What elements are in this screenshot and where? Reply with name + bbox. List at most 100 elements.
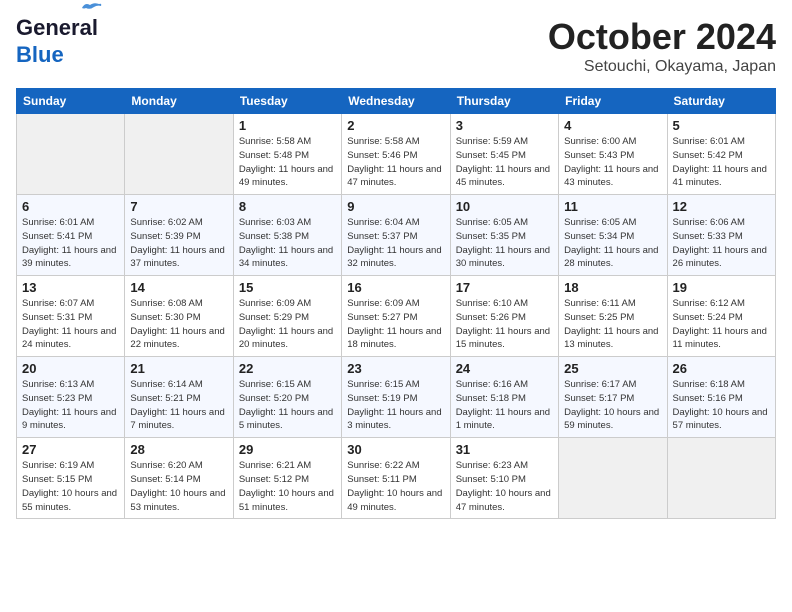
cell-info: Sunrise: 6:23 AMSunset: 5:10 PMDaylight:… — [456, 459, 553, 514]
cell-info: Sunrise: 6:03 AMSunset: 5:38 PMDaylight:… — [239, 216, 336, 271]
cell-info: Sunrise: 6:01 AMSunset: 5:41 PMDaylight:… — [22, 216, 119, 271]
calendar-cell: 12 Sunrise: 6:06 AMSunset: 5:33 PMDayligh… — [667, 195, 775, 276]
page-header: General Blue October 2024 Setouchi, Okay… — [16, 16, 776, 76]
calendar-cell: 3 Sunrise: 5:59 AMSunset: 5:45 PMDaylight… — [450, 114, 558, 195]
calendar-cell: 19 Sunrise: 6:12 AMSunset: 5:24 PMDayligh… — [667, 276, 775, 357]
cell-info: Sunrise: 6:12 AMSunset: 5:24 PMDaylight:… — [673, 297, 770, 352]
calendar-cell: 6 Sunrise: 6:01 AMSunset: 5:41 PMDaylight… — [17, 195, 125, 276]
weekday-header: Sunday — [17, 89, 125, 114]
day-number: 4 — [564, 118, 661, 133]
day-number: 2 — [347, 118, 444, 133]
cell-info: Sunrise: 6:00 AMSunset: 5:43 PMDaylight:… — [564, 135, 661, 190]
logo: General Blue — [16, 16, 98, 68]
day-number: 18 — [564, 280, 661, 295]
calendar-cell: 9 Sunrise: 6:04 AMSunset: 5:37 PMDaylight… — [342, 195, 450, 276]
day-number: 8 — [239, 199, 336, 214]
calendar-cell: 13 Sunrise: 6:07 AMSunset: 5:31 PMDayligh… — [17, 276, 125, 357]
day-number: 13 — [22, 280, 119, 295]
day-number: 17 — [456, 280, 553, 295]
calendar-cell — [667, 438, 775, 519]
calendar-cell: 29Sunrise: 6:21 AMSunset: 5:12 PMDayligh… — [233, 438, 341, 519]
cell-info: Sunrise: 6:19 AMSunset: 5:15 PMDaylight:… — [22, 459, 119, 514]
calendar-cell: 14Sunrise: 6:08 AMSunset: 5:30 PMDayligh… — [125, 276, 233, 357]
day-number: 21 — [130, 361, 227, 376]
calendar-cell: 18 Sunrise: 6:11 AMSunset: 5:25 PMDayligh… — [559, 276, 667, 357]
calendar-cell: 30Sunrise: 6:22 AMSunset: 5:11 PMDayligh… — [342, 438, 450, 519]
day-number: 12 — [673, 199, 770, 214]
calendar-cell: 2 Sunrise: 5:58 AMSunset: 5:46 PMDaylight… — [342, 114, 450, 195]
calendar-cell: 10Sunrise: 6:05 AMSunset: 5:35 PMDayligh… — [450, 195, 558, 276]
cell-info: Sunrise: 6:13 AMSunset: 5:23 PMDaylight:… — [22, 378, 119, 433]
cell-info: Sunrise: 6:17 AMSunset: 5:17 PMDaylight:… — [564, 378, 661, 433]
day-number: 3 — [456, 118, 553, 133]
cell-info: Sunrise: 6:18 AMSunset: 5:16 PMDaylight:… — [673, 378, 770, 433]
cell-info: Sunrise: 6:16 AMSunset: 5:18 PMDaylight:… — [456, 378, 553, 433]
calendar-week-row: 13 Sunrise: 6:07 AMSunset: 5:31 PMDayligh… — [17, 276, 776, 357]
calendar-cell: 28 Sunrise: 6:20 AMSunset: 5:14 PMDayligh… — [125, 438, 233, 519]
cell-info: Sunrise: 6:09 AMSunset: 5:27 PMDaylight:… — [347, 297, 444, 352]
cell-info: Sunrise: 5:59 AMSunset: 5:45 PMDaylight:… — [456, 135, 553, 190]
calendar-cell: 31 Sunrise: 6:23 AMSunset: 5:10 PMDayligh… — [450, 438, 558, 519]
day-number: 31 — [456, 442, 553, 457]
weekday-header: Monday — [125, 89, 233, 114]
cell-info: Sunrise: 6:09 AMSunset: 5:29 PMDaylight:… — [239, 297, 336, 352]
weekday-header: Wednesday — [342, 89, 450, 114]
logo-subtext: Blue — [16, 42, 64, 68]
title-section: October 2024 Setouchi, Okayama, Japan — [548, 16, 776, 76]
month-title: October 2024 — [548, 16, 776, 58]
day-number: 19 — [673, 280, 770, 295]
cell-info: Sunrise: 6:08 AMSunset: 5:30 PMDaylight:… — [130, 297, 227, 352]
cell-info: Sunrise: 6:15 AMSunset: 5:19 PMDaylight:… — [347, 378, 444, 433]
cell-info: Sunrise: 6:14 AMSunset: 5:21 PMDaylight:… — [130, 378, 227, 433]
weekday-header: Tuesday — [233, 89, 341, 114]
cell-info: Sunrise: 6:21 AMSunset: 5:12 PMDaylight:… — [239, 459, 336, 514]
calendar-cell: 11Sunrise: 6:05 AMSunset: 5:34 PMDayligh… — [559, 195, 667, 276]
day-number: 1 — [239, 118, 336, 133]
logo-text: General — [16, 16, 98, 40]
cell-info: Sunrise: 6:07 AMSunset: 5:31 PMDaylight:… — [22, 297, 119, 352]
day-number: 22 — [239, 361, 336, 376]
day-number: 20 — [22, 361, 119, 376]
cell-info: Sunrise: 6:05 AMSunset: 5:35 PMDaylight:… — [456, 216, 553, 271]
calendar-cell: 22 Sunrise: 6:15 AMSunset: 5:20 PMDayligh… — [233, 357, 341, 438]
calendar-week-row: 27 Sunrise: 6:19 AMSunset: 5:15 PMDayligh… — [17, 438, 776, 519]
weekday-header: Thursday — [450, 89, 558, 114]
cell-info: Sunrise: 6:11 AMSunset: 5:25 PMDaylight:… — [564, 297, 661, 352]
cell-info: Sunrise: 6:06 AMSunset: 5:33 PMDaylight:… — [673, 216, 770, 271]
cell-info: Sunrise: 6:15 AMSunset: 5:20 PMDaylight:… — [239, 378, 336, 433]
calendar-cell — [125, 114, 233, 195]
cell-info: Sunrise: 6:20 AMSunset: 5:14 PMDaylight:… — [130, 459, 227, 514]
calendar-week-row: 6 Sunrise: 6:01 AMSunset: 5:41 PMDaylight… — [17, 195, 776, 276]
cell-info: Sunrise: 6:04 AMSunset: 5:37 PMDaylight:… — [347, 216, 444, 271]
calendar-cell: 21 Sunrise: 6:14 AMSunset: 5:21 PMDayligh… — [125, 357, 233, 438]
day-number: 15 — [239, 280, 336, 295]
weekday-header: Saturday — [667, 89, 775, 114]
calendar-week-row: 20 Sunrise: 6:13 AMSunset: 5:23 PMDayligh… — [17, 357, 776, 438]
calendar-cell: 4 Sunrise: 6:00 AMSunset: 5:43 PMDaylight… — [559, 114, 667, 195]
day-number: 24 — [456, 361, 553, 376]
day-number: 16 — [347, 280, 444, 295]
calendar-week-row: 1 Sunrise: 5:58 AMSunset: 5:48 PMDaylight… — [17, 114, 776, 195]
calendar-cell: 27 Sunrise: 6:19 AMSunset: 5:15 PMDayligh… — [17, 438, 125, 519]
calendar-cell — [559, 438, 667, 519]
day-number: 26 — [673, 361, 770, 376]
day-number: 27 — [22, 442, 119, 457]
day-number: 9 — [347, 199, 444, 214]
cell-info: Sunrise: 5:58 AMSunset: 5:48 PMDaylight:… — [239, 135, 336, 190]
calendar-cell: 20 Sunrise: 6:13 AMSunset: 5:23 PMDayligh… — [17, 357, 125, 438]
day-number: 6 — [22, 199, 119, 214]
calendar-cell — [17, 114, 125, 195]
cell-info: Sunrise: 5:58 AMSunset: 5:46 PMDaylight:… — [347, 135, 444, 190]
calendar-cell: 25Sunrise: 6:17 AMSunset: 5:17 PMDayligh… — [559, 357, 667, 438]
cell-info: Sunrise: 6:10 AMSunset: 5:26 PMDaylight:… — [456, 297, 553, 352]
calendar-cell: 17 Sunrise: 6:10 AMSunset: 5:26 PMDayligh… — [450, 276, 558, 357]
calendar-cell: 26 Sunrise: 6:18 AMSunset: 5:16 PMDayligh… — [667, 357, 775, 438]
weekday-header: Friday — [559, 89, 667, 114]
cell-info: Sunrise: 6:22 AMSunset: 5:11 PMDaylight:… — [347, 459, 444, 514]
day-number: 23 — [347, 361, 444, 376]
calendar-cell: 1 Sunrise: 5:58 AMSunset: 5:48 PMDaylight… — [233, 114, 341, 195]
calendar-table: SundayMondayTuesdayWednesdayThursdayFrid… — [16, 88, 776, 519]
day-number: 28 — [130, 442, 227, 457]
cell-info: Sunrise: 6:02 AMSunset: 5:39 PMDaylight:… — [130, 216, 227, 271]
calendar-cell: 16 Sunrise: 6:09 AMSunset: 5:27 PMDayligh… — [342, 276, 450, 357]
